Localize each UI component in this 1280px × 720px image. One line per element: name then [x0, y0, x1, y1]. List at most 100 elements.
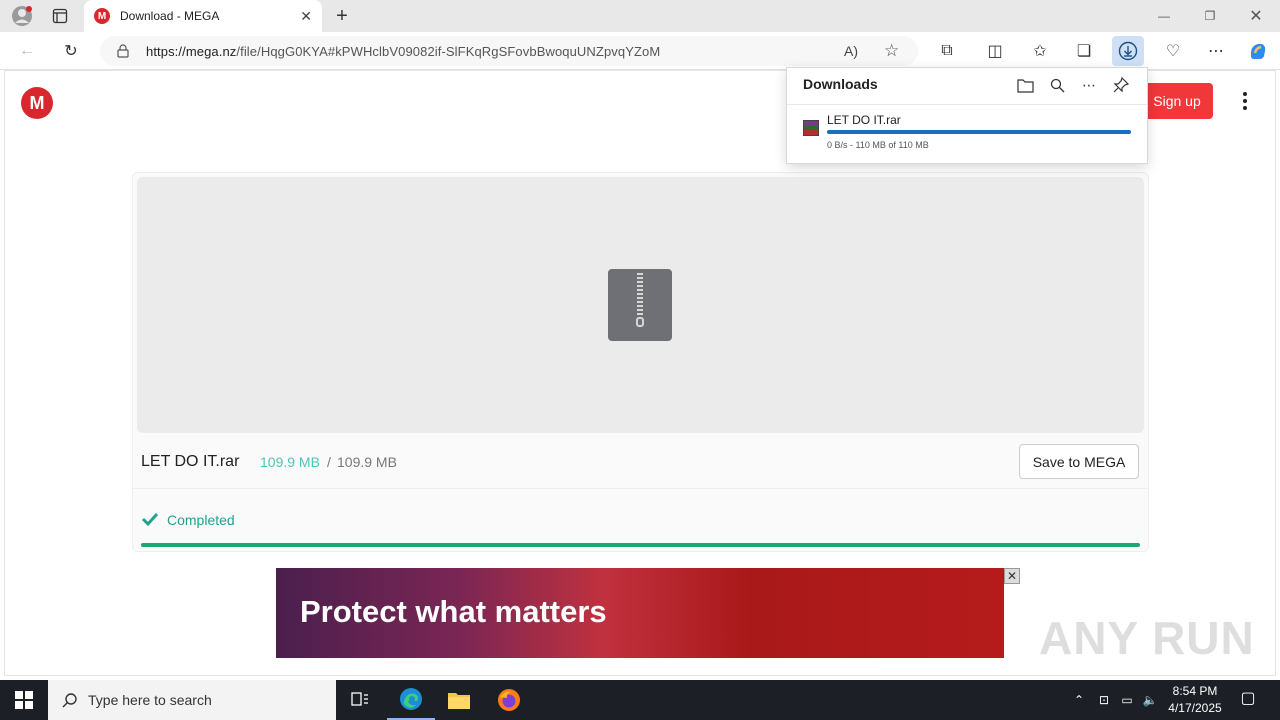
url-path: /file/HqgG0KYA#kPWHclbV09082if-SlFKqRgSF… [236, 43, 661, 59]
tab-actions-button[interactable] [46, 4, 74, 28]
notifications-icon[interactable]: ▢ [1240, 690, 1256, 707]
network-icon[interactable]: ▭ [1119, 692, 1135, 708]
firefox-button[interactable] [485, 680, 533, 720]
open-folder-button[interactable] [1014, 74, 1036, 96]
copilot-icon [1250, 44, 1266, 59]
save-to-mega-button[interactable]: Save to MEGA [1019, 444, 1139, 479]
navigation-bar: ← ↻ https://mega.nz/file/HqgG0KYA#kPWHcl… [0, 32, 1280, 70]
pin-downloads-button[interactable] [1110, 74, 1132, 96]
back-arrow-icon: ← [19, 42, 35, 59]
search-downloads-button[interactable] [1046, 74, 1068, 96]
task-view-button[interactable] [336, 680, 384, 720]
anyrun-watermark: ANY RUN [1039, 612, 1255, 664]
archive-file-icon [608, 269, 672, 341]
favorite-star-icon[interactable]: ☆ [884, 41, 899, 61]
downloads-title: Downloads [803, 76, 878, 92]
restore-button[interactable]: ❐ [1187, 0, 1233, 32]
ad-close-button[interactable]: ✕ [1004, 568, 1020, 584]
new-tab-button[interactable]: + [330, 4, 354, 28]
signup-button[interactable]: Sign up [1141, 83, 1213, 119]
tab-download-mega[interactable]: M Download - MEGA ✕ [84, 0, 322, 32]
tab-close-icon[interactable]: ✕ [300, 8, 312, 25]
edge-taskbar-button[interactable] [387, 680, 435, 720]
volume-icon[interactable]: 🔈 [1142, 692, 1158, 708]
read-aloud-icon[interactable]: A) [844, 43, 858, 59]
edge-icon [400, 688, 422, 710]
rar-file-icon [803, 120, 819, 136]
download-progress-bar [141, 543, 1140, 547]
download-item-progress-bar [827, 130, 1131, 134]
back-button[interactable]: ← [14, 39, 40, 63]
file-info-row: LET DO IT.rar 109.9 MB / 109.9 MB Save t… [133, 435, 1148, 489]
search-icon [1050, 78, 1064, 92]
tab-title: Download - MEGA [120, 9, 220, 23]
pin-icon [1113, 77, 1129, 93]
task-view-icon [351, 692, 368, 706]
file-preview [137, 177, 1144, 433]
file-explorer-button[interactable] [435, 680, 483, 720]
clock-time: 8:54 PM [1172, 684, 1218, 698]
download-item-meta: 0 B/s - 110 MB of 110 MB [827, 140, 929, 150]
windows-logo-icon [15, 691, 33, 709]
folder-icon [1016, 78, 1034, 93]
settings-more-button[interactable]: ⋯ [1203, 39, 1229, 63]
puzzle-icon: ⧉ [941, 42, 953, 59]
collections-icon: ❏ [1076, 43, 1092, 60]
tray-overflow-icon[interactable]: ⌃ [1071, 692, 1087, 708]
file-name: LET DO IT.rar [141, 453, 240, 470]
check-icon [141, 512, 159, 527]
minimize-button[interactable]: — [1141, 0, 1187, 32]
url-text: https://mega.nz/file/HqgG0KYA#kPWHclbV09… [146, 44, 660, 59]
download-icon [1118, 41, 1138, 61]
refresh-icon: ↻ [64, 43, 78, 60]
size-separator: / [327, 454, 331, 470]
file-card: LET DO IT.rar 109.9 MB / 109.9 MB Save t… [132, 172, 1149, 552]
browser-essentials-button[interactable]: ♡ [1160, 39, 1186, 63]
favorites-button[interactable]: ✩ [1027, 39, 1053, 63]
extensions-button[interactable]: ⧉ [934, 39, 960, 63]
page-menu-button[interactable] [1235, 89, 1255, 113]
copilot-button[interactable] [1245, 39, 1271, 63]
taskbar: Type here to search ⌃ ⊡ ▭ 🔈 8:54 PM 4/17… [0, 680, 1280, 720]
refresh-button[interactable]: ↻ [58, 39, 84, 63]
heart-pulse-icon: ♡ [1165, 43, 1181, 60]
taskbar-search-placeholder: Type here to search [88, 692, 212, 708]
ad-banner[interactable]: Protect what matters [276, 568, 1004, 658]
download-progress-fill [141, 543, 1140, 547]
mega-favicon-icon: M [94, 8, 110, 24]
status-text: Completed [167, 512, 235, 528]
clock-date: 4/17/2025 [1168, 701, 1222, 715]
size-total: 109.9 MB [337, 454, 397, 470]
downloads-button[interactable] [1112, 36, 1144, 66]
divider [787, 104, 1147, 105]
firefox-icon [498, 689, 520, 711]
split-screen-button[interactable]: ◫ [982, 39, 1008, 63]
favorites-icon: ✩ [1033, 43, 1047, 60]
address-bar[interactable]: https://mega.nz/file/HqgG0KYA#kPWHclbV09… [100, 36, 918, 66]
download-file-name[interactable]: LET DO IT.rar [827, 113, 901, 127]
collections-button[interactable]: ❏ [1071, 39, 1097, 63]
search-icon [62, 693, 77, 708]
restore-icon: ❐ [1204, 9, 1216, 23]
start-button[interactable] [0, 680, 48, 720]
taskbar-search-box[interactable]: Type here to search [48, 680, 336, 720]
close-icon: ✕ [1249, 8, 1263, 25]
tab-strip: M Download - MEGA ✕ + — ❐ ✕ [0, 0, 1280, 32]
mega-logo[interactable]: M [21, 87, 53, 119]
profile-icon [12, 6, 32, 26]
meet-now-icon[interactable]: ⊡ [1096, 692, 1112, 708]
clock[interactable]: 8:54 PM 4/17/2025 [1160, 683, 1230, 717]
downloads-flyout: Downloads ⋯ LET DO IT.rar 0 B/s - 110 MB… [786, 67, 1148, 164]
downloads-more-button[interactable]: ⋯ [1078, 74, 1100, 96]
plus-icon: + [336, 4, 348, 27]
download-item-progress-fill [827, 130, 1131, 134]
size-downloaded: 109.9 MB [260, 454, 320, 470]
more-dots-icon: ⋯ [1208, 43, 1224, 60]
close-window-button[interactable]: ✕ [1233, 0, 1279, 32]
more-dots-icon: ⋯ [1082, 76, 1096, 93]
lock-icon [117, 44, 129, 58]
minimize-icon: — [1158, 9, 1170, 23]
profile-button[interactable] [8, 4, 36, 28]
ad-headline: Protect what matters [300, 594, 607, 629]
folder-icon [448, 693, 470, 709]
